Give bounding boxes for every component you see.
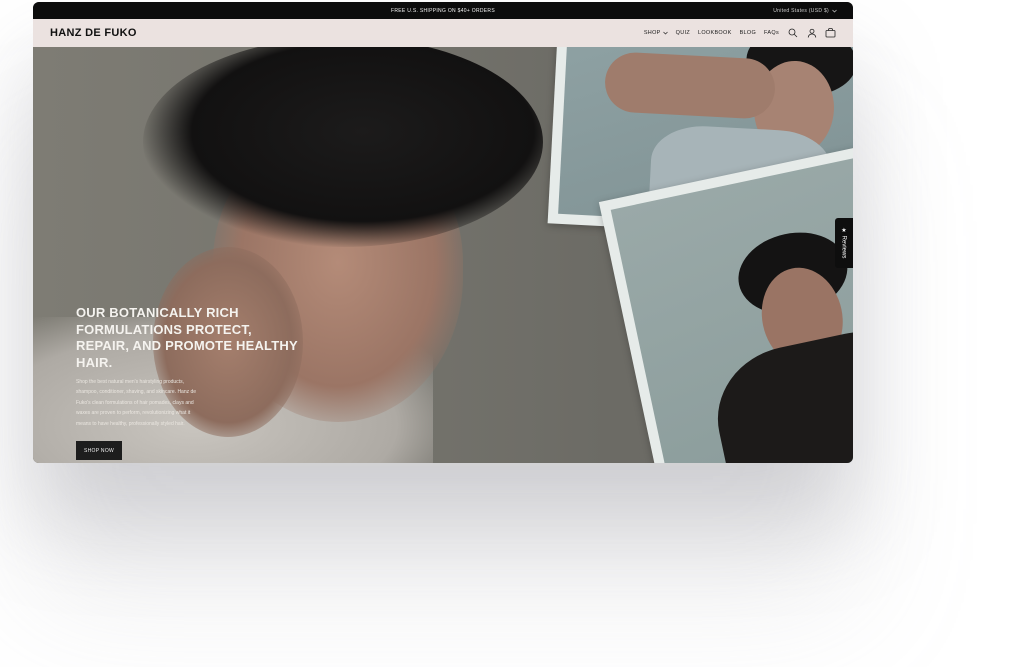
nav-lookbook-label: LOOKBOOK	[697, 30, 732, 36]
nav-item-blog[interactable]: BLOG	[740, 30, 756, 36]
bag-icon[interactable]	[825, 28, 836, 39]
account-icon[interactable]	[806, 28, 817, 39]
region-selector[interactable]: United States (USD $)	[773, 2, 837, 19]
region-label: United States (USD $)	[773, 7, 829, 14]
main-nav: SHOP QUIZ LOOKBOOK BLOG FAQs	[644, 28, 836, 39]
browser-window: FREE U.S. SHIPPING ON $40+ ORDERS United…	[33, 2, 853, 463]
brand-logo[interactable]: HANZ DE FUKO	[50, 27, 137, 39]
nav-quiz-label: QUIZ	[675, 30, 690, 36]
nav-blog-label: BLOG	[739, 30, 757, 36]
hero-headline: OUR BOTANICALLY RICH FORMULATIONS PROTEC…	[76, 305, 298, 370]
photo-top-arm	[603, 51, 777, 120]
nav-item-lookbook[interactable]: LOOKBOOK	[698, 30, 732, 36]
chevron-down-icon	[832, 9, 837, 12]
nav-item-shop[interactable]: SHOP	[644, 30, 668, 36]
hero-copy: OUR BOTANICALLY RICH FORMULATIONS PROTEC…	[76, 305, 306, 461]
announcement-text: FREE U.S. SHIPPING ON $40+ ORDERS	[391, 7, 495, 14]
nav-shop-label: SHOP	[643, 30, 661, 36]
reviews-tab[interactable]: ★ Reviews	[835, 218, 853, 268]
announcement-bar: FREE U.S. SHIPPING ON $40+ ORDERS United…	[33, 2, 853, 19]
site-header: HANZ DE FUKO SHOP QUIZ LOOKBOOK BLOG FAQ…	[33, 19, 853, 47]
shop-now-button[interactable]: SHOP NOW	[76, 441, 122, 461]
portrait-hair	[143, 47, 543, 247]
nav-item-quiz[interactable]: QUIZ	[676, 30, 690, 36]
nav-item-faqs[interactable]: FAQs	[764, 30, 779, 36]
search-icon[interactable]	[787, 28, 798, 39]
hero-banner: OUR BOTANICALLY RICH FORMULATIONS PROTEC…	[33, 47, 853, 463]
nav-faqs-label: FAQs	[764, 30, 779, 36]
hero-subtext: Shop the best natural men's hairstyling …	[76, 379, 197, 427]
chevron-down-icon	[662, 31, 668, 35]
